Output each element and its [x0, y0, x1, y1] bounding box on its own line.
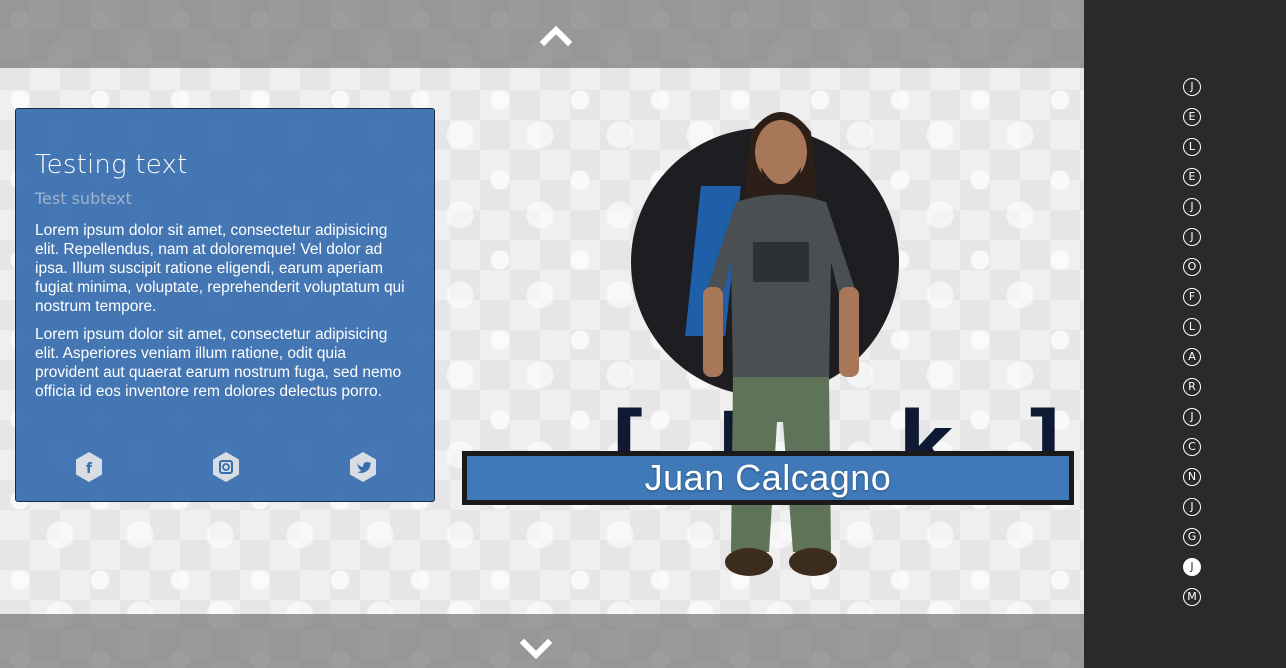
info-card: Testing text Test subtext Lorem ipsum do… — [15, 108, 435, 502]
profile-nav-dot[interactable]: J — [1183, 558, 1201, 576]
card-paragraph-1: Lorem ipsum dolor sit amet, consectetur … — [35, 222, 405, 315]
profile-nav-dot[interactable]: E — [1183, 108, 1201, 126]
profile-nav-dot[interactable]: N — [1183, 468, 1201, 486]
chevron-down-icon — [519, 638, 553, 660]
facebook-icon: f — [76, 452, 102, 482]
instagram-link[interactable] — [211, 451, 241, 483]
profile-nav-dot[interactable]: J — [1183, 198, 1201, 216]
profile-nav-dot[interactable]: O — [1183, 258, 1201, 276]
profile-name-banner: Juan Calcagno — [462, 451, 1074, 505]
profile-nav-dot[interactable]: J — [1183, 228, 1201, 246]
profile-nav-dot[interactable]: L — [1183, 138, 1201, 156]
social-links: f — [74, 451, 394, 487]
facebook-link[interactable]: f — [74, 451, 104, 483]
stage: [ H k ] Testing text Test subtext Lorem … — [0, 0, 1084, 668]
profile-nav-dot[interactable]: M — [1183, 588, 1201, 606]
twitter-link[interactable] — [348, 451, 378, 483]
scroll-down-button[interactable] — [519, 636, 553, 662]
profile-nav-dot[interactable]: A — [1183, 348, 1201, 366]
profile-nav-dot[interactable]: G — [1183, 528, 1201, 546]
profile-nav-dot[interactable]: C — [1183, 438, 1201, 456]
profile-nav-dot[interactable]: J — [1183, 498, 1201, 516]
instagram-icon — [213, 452, 239, 482]
scroll-up-button[interactable] — [539, 22, 573, 48]
profile-nav-dot[interactable]: J — [1183, 408, 1201, 426]
profile-name: Juan Calcagno — [644, 457, 892, 498]
person-figure — [703, 112, 859, 576]
profile-navigation-sidebar: JELEJJOFLARJCNJGJM — [1084, 0, 1286, 668]
twitter-icon — [350, 452, 376, 482]
card-paragraph-2: Lorem ipsum dolor sit amet, consectetur … — [35, 326, 402, 400]
svg-text:f: f — [86, 461, 93, 477]
profile-nav-dot[interactable]: L — [1183, 318, 1201, 336]
profile-nav-dot[interactable]: R — [1183, 378, 1201, 396]
profile-nav-dot[interactable]: F — [1183, 288, 1201, 306]
card-subtitle: Test subtext — [35, 189, 132, 208]
profile-nav-dot[interactable]: E — [1183, 168, 1201, 186]
card-title: Testing text — [35, 150, 188, 180]
profile-nav-dot[interactable]: J — [1183, 78, 1201, 96]
chevron-up-icon — [539, 25, 573, 47]
profile-portrait: [ H k ] — [586, 92, 1074, 592]
